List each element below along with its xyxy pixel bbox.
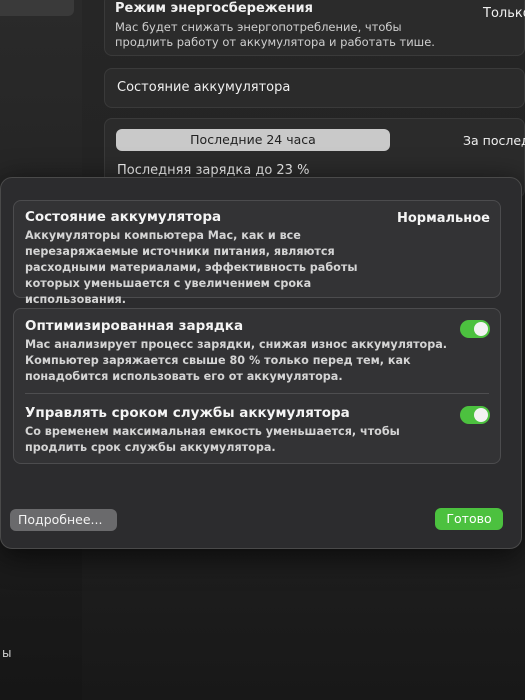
- battery-settings-sheet: Состояние аккумулятора Нормальное Аккуму…: [0, 177, 522, 549]
- energy-mode-description: Mac будет снижать энергопотребление, что…: [115, 20, 435, 49]
- manage-lifespan-description: Со временем максимальная емкость уменьша…: [25, 425, 400, 454]
- sidebar-item[interactable]: [0, 0, 74, 16]
- manage-lifespan-title: Управлять сроком службы аккумулятора: [25, 405, 350, 421]
- battery-status-title: Состояние аккумулятора: [25, 209, 222, 225]
- last-charge-label: Последняя зарядка до 23 %: [117, 163, 310, 178]
- battery-health-title: Состояние аккумулятора: [117, 80, 291, 95]
- energy-mode-value[interactable]: Только: [483, 6, 525, 21]
- charging-options-panel: Оптимизированная зарядка Mac анализирует…: [13, 308, 501, 464]
- optimized-charging-title: Оптимизированная зарядка: [25, 318, 244, 334]
- battery-status-description: Аккумуляторы компьютера Mac, как и все п…: [25, 229, 358, 306]
- segment-last-days[interactable]: За послед: [463, 133, 525, 148]
- toggle-knob: [474, 322, 488, 336]
- energy-mode-card: Режим энергосбережения Mac будет снижать…: [104, 0, 525, 56]
- battery-health-card[interactable]: Состояние аккумулятора: [104, 68, 525, 108]
- battery-status-value: Нормальное: [397, 211, 490, 226]
- energy-mode-title: Режим энергосбережения: [115, 1, 313, 16]
- optimized-charging-description: Mac анализирует процесс зарядки, снижая …: [25, 338, 448, 383]
- battery-status-panel: Состояние аккумулятора Нормальное Аккуму…: [13, 200, 501, 306]
- manage-lifespan-toggle[interactable]: [460, 406, 490, 424]
- toggle-knob: [474, 408, 488, 422]
- more-info-button[interactable]: Подробнее...: [10, 509, 117, 531]
- sidebar-label-fragment: ы: [2, 646, 12, 660]
- divider: [25, 393, 489, 394]
- optimized-charging-toggle[interactable]: [460, 320, 490, 338]
- segment-last-24h[interactable]: Последние 24 часа: [116, 129, 390, 151]
- done-button[interactable]: Готово: [435, 508, 503, 530]
